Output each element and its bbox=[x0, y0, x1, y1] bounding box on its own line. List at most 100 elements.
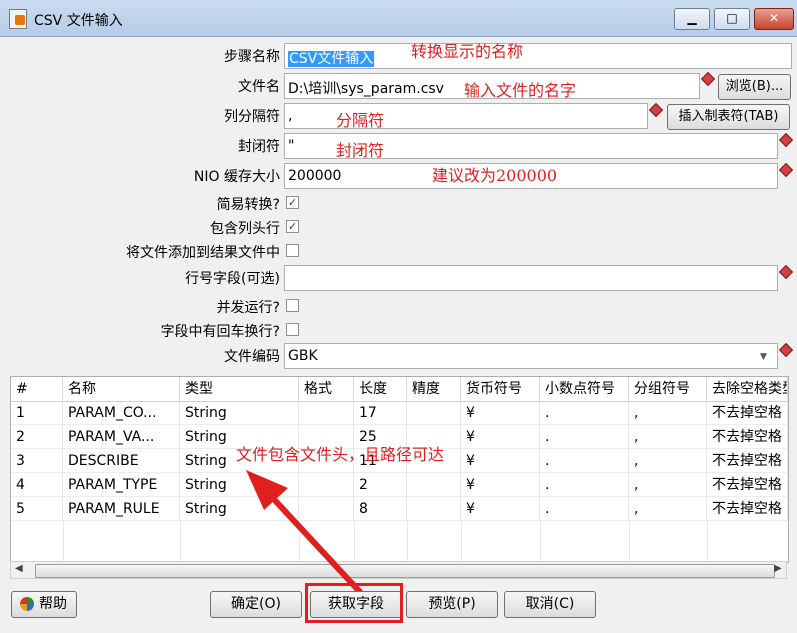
cancel-button[interactable]: 取消(C) bbox=[504, 591, 596, 618]
table-cell[interactable]: 不去掉空格 bbox=[707, 449, 788, 473]
chevron-down-icon[interactable]: ▼ bbox=[760, 352, 767, 362]
table-cell[interactable]: ¥ bbox=[461, 449, 540, 473]
column-header[interactable]: 名称 bbox=[63, 377, 180, 401]
help-button[interactable]: 帮助 bbox=[11, 591, 77, 618]
table-cell[interactable] bbox=[407, 497, 461, 521]
table-cell[interactable]: PARAM_TYPE bbox=[63, 473, 180, 497]
column-header[interactable]: 精度 bbox=[407, 377, 461, 401]
column-header[interactable]: # bbox=[11, 377, 63, 401]
table-cell[interactable] bbox=[407, 401, 461, 425]
table-cell[interactable]: 4 bbox=[11, 473, 63, 497]
minimize-button[interactable]: ▁ bbox=[674, 8, 710, 30]
table-cell[interactable]: . bbox=[540, 401, 629, 425]
step-name-input[interactable]: CSV文件输入 bbox=[284, 43, 792, 69]
header-row-label: 包含列头行 bbox=[210, 221, 280, 237]
scroll-right-icon[interactable]: ▶ bbox=[774, 563, 782, 574]
table-cell[interactable] bbox=[299, 401, 354, 425]
table-row[interactable]: 1 PARAM_CO... String 17 ¥., 不去掉空格 bbox=[11, 401, 788, 425]
close-button[interactable]: ✕ bbox=[754, 8, 794, 30]
column-header[interactable]: 格式 bbox=[299, 377, 354, 401]
add-filename-checkbox[interactable] bbox=[286, 244, 299, 257]
table-cell[interactable]: . bbox=[540, 449, 629, 473]
table-cell[interactable]: , bbox=[629, 401, 707, 425]
table-cell[interactable]: ¥ bbox=[461, 401, 540, 425]
table-cell[interactable] bbox=[407, 473, 461, 497]
encoding-select[interactable]: GBK bbox=[284, 343, 778, 369]
header-row-checkbox[interactable]: ✓ bbox=[286, 220, 299, 233]
table-cell[interactable]: DESCRIBE bbox=[63, 449, 180, 473]
highlight-box bbox=[305, 583, 403, 623]
newlines-label: 字段中有回车换行? bbox=[160, 324, 280, 340]
enclosure-label: 封闭符 bbox=[238, 139, 280, 155]
horizontal-scrollbar[interactable]: ◀ ▶ bbox=[10, 561, 787, 579]
newlines-checkbox[interactable] bbox=[286, 323, 299, 336]
annotation-enclosure: 封闭符 bbox=[336, 141, 385, 160]
column-header[interactable]: 小数点符号 bbox=[540, 377, 629, 401]
table-cell[interactable]: . bbox=[540, 473, 629, 497]
preview-button[interactable]: 预览(P) bbox=[406, 591, 498, 618]
table-cell[interactable]: PARAM_CO... bbox=[63, 401, 180, 425]
table-cell[interactable]: 不去掉空格 bbox=[707, 473, 788, 497]
add-filename-label: 将文件添加到结果文件中 bbox=[126, 245, 280, 261]
column-header[interactable]: 货币符号 bbox=[461, 377, 540, 401]
variable-icon bbox=[778, 342, 794, 358]
variable-icon bbox=[778, 264, 794, 280]
table-cell[interactable]: 不去掉空格 bbox=[707, 497, 788, 521]
table-row[interactable]: 5 PARAM_RULE String 8 ¥., 不去掉空格 bbox=[11, 497, 788, 521]
ok-button[interactable]: 确定(O) bbox=[210, 591, 302, 618]
browse-button[interactable]: 浏览(B)... bbox=[718, 74, 791, 100]
lazy-conversion-label: 简易转换? bbox=[216, 197, 280, 213]
table-cell[interactable]: 17 bbox=[354, 401, 407, 425]
table-cell[interactable]: ¥ bbox=[461, 497, 540, 521]
table-cell[interactable]: , bbox=[629, 473, 707, 497]
scroll-left-icon[interactable]: ◀ bbox=[15, 563, 23, 574]
filename-label: 文件名 bbox=[238, 79, 280, 95]
table-cell[interactable]: ¥ bbox=[461, 473, 540, 497]
annotation-delimiter: 分隔符 bbox=[336, 111, 385, 130]
row-number-label: 行号字段(可选) bbox=[185, 271, 280, 287]
table-cell[interactable]: . bbox=[540, 425, 629, 449]
table-cell[interactable]: , bbox=[629, 497, 707, 521]
table-cell[interactable]: PARAM_RULE bbox=[63, 497, 180, 521]
table-cell[interactable]: PARAM_VA... bbox=[63, 425, 180, 449]
table-cell[interactable]: , bbox=[629, 449, 707, 473]
help-icon bbox=[20, 597, 34, 611]
table-cell[interactable]: 5 bbox=[11, 497, 63, 521]
window-title: CSV 文件输入 bbox=[34, 13, 123, 29]
parallel-checkbox[interactable] bbox=[286, 299, 299, 312]
insert-tab-button[interactable]: 插入制表符(TAB) bbox=[667, 104, 790, 130]
column-header[interactable]: 分组符号 bbox=[629, 377, 707, 401]
table-cell[interactable]: 2 bbox=[11, 425, 63, 449]
column-header[interactable]: 长度 bbox=[354, 377, 407, 401]
table-cell[interactable]: 不去掉空格 bbox=[707, 425, 788, 449]
nio-buffer-label: NIO 缓存大小 bbox=[193, 169, 280, 185]
table-cell[interactable]: 不去掉空格 bbox=[707, 401, 788, 425]
annotation-filename: 输入文件的名字 bbox=[464, 81, 577, 100]
table-cell[interactable]: String bbox=[180, 401, 299, 425]
encoding-label: 文件编码 bbox=[224, 349, 280, 365]
table-cell[interactable]: 3 bbox=[11, 449, 63, 473]
scrollbar-thumb[interactable] bbox=[35, 564, 775, 578]
table-header: # 名称 类型 格式 长度 精度 货币符号 小数点符号 分组符号 去除空格类型 bbox=[11, 377, 788, 402]
table-row[interactable]: 4 PARAM_TYPE String 2 ¥., 不去掉空格 bbox=[11, 473, 788, 497]
annotation-step-name: 转换显示的名称 bbox=[411, 42, 524, 61]
maximize-button[interactable]: □ bbox=[714, 8, 750, 30]
table-cell[interactable]: ¥ bbox=[461, 425, 540, 449]
help-label: 帮助 bbox=[39, 596, 67, 612]
row-number-input[interactable] bbox=[284, 265, 778, 291]
lazy-conversion-checkbox[interactable]: ✓ bbox=[286, 196, 299, 209]
delimiter-label: 列分隔符 bbox=[224, 109, 280, 125]
step-name-value: CSV文件输入 bbox=[288, 51, 375, 67]
column-header[interactable]: 去除空格类型 bbox=[707, 377, 788, 401]
table-cell[interactable]: , bbox=[629, 425, 707, 449]
table-cell[interactable]: . bbox=[540, 497, 629, 521]
fields-table[interactable]: # 名称 类型 格式 长度 精度 货币符号 小数点符号 分组符号 去除空格类型 … bbox=[10, 376, 789, 563]
annotation-nio: 建议改为200000 bbox=[432, 166, 558, 185]
parallel-label: 并发运行? bbox=[216, 300, 280, 316]
variable-icon bbox=[648, 102, 664, 118]
column-header[interactable]: 类型 bbox=[180, 377, 299, 401]
step-name-label: 步骤名称 bbox=[224, 49, 280, 65]
table-cell[interactable]: 1 bbox=[11, 401, 63, 425]
app-icon bbox=[9, 9, 27, 29]
variable-icon bbox=[700, 71, 716, 87]
